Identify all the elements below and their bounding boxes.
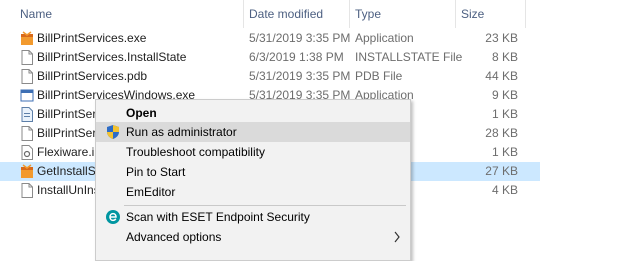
app-exe-icon — [21, 164, 33, 178]
file-name: BillPrintServices.pdb — [37, 69, 148, 83]
file-row[interactable]: BillPrintServices.InstallState 6/3/2019 … — [0, 48, 540, 67]
file-size: 9 KB — [491, 88, 518, 102]
file-size: 8 KB — [491, 50, 518, 64]
column-divider[interactable] — [243, 0, 244, 28]
file-row[interactable]: BillPrintServices.exe 5/31/2019 3:35 PM … — [0, 29, 540, 48]
file-type: Application — [355, 31, 414, 45]
file-icon — [21, 50, 33, 65]
app-exe-icon — [21, 31, 33, 45]
column-name[interactable]: Name — [20, 6, 52, 22]
eset-icon — [106, 210, 120, 224]
menu-item-label: Open — [126, 106, 157, 120]
chevron-right-icon — [394, 231, 400, 243]
uac-shield-icon — [107, 125, 119, 139]
file-date: 5/31/2019 3:35 PM — [249, 69, 351, 83]
file-icon — [21, 69, 33, 84]
menu-item-open[interactable]: Open — [96, 103, 410, 123]
menu-item-run-as-administrator[interactable]: Run as administrator — [96, 122, 410, 142]
file-name: Flexiware.ini — [37, 145, 104, 159]
column-divider[interactable] — [349, 0, 350, 28]
file-size: 1 KB — [491, 107, 518, 121]
menu-item-emeditor[interactable]: EmEditor — [96, 182, 410, 202]
menu-item-advanced-options[interactable]: Advanced options — [96, 227, 410, 247]
file-date: 6/3/2019 1:38 PM — [249, 50, 344, 64]
file-row[interactable]: BillPrintServices.pdb 5/31/2019 3:35 PM … — [0, 67, 540, 86]
column-header: Name Date modified Type Size — [0, 0, 626, 28]
menu-item-label: Advanced options — [126, 230, 222, 244]
menu-item-label: Scan with ESET Endpoint Security — [126, 210, 310, 224]
column-size[interactable]: Size — [461, 6, 484, 22]
file-size: 4 KB — [491, 183, 518, 197]
menu-item-eset-scan[interactable]: Scan with ESET Endpoint Security — [96, 207, 410, 227]
file-name: InstallUnInst — [37, 183, 104, 197]
column-divider[interactable] — [455, 0, 456, 28]
column-divider[interactable] — [525, 0, 526, 28]
window-app-icon — [20, 89, 34, 102]
file-size: 28 KB — [485, 126, 518, 140]
file-name: BillPrintServices.exe — [37, 31, 147, 45]
menu-item-pin-to-start[interactable]: Pin to Start — [96, 162, 410, 182]
menu-item-label: Run as administrator — [126, 125, 237, 139]
menu-item-label: EmEditor — [126, 185, 176, 199]
settings-file-icon — [21, 145, 33, 160]
file-size: 23 KB — [485, 31, 518, 45]
column-date-modified[interactable]: Date modified — [249, 6, 323, 22]
file-type: PDB File — [355, 69, 403, 83]
config-file-icon — [21, 107, 33, 122]
file-name: BillPrintServices.InstallState — [37, 50, 187, 64]
menu-item-troubleshoot[interactable]: Troubleshoot compatibility — [96, 142, 410, 162]
file-size: 44 KB — [485, 69, 518, 83]
column-type[interactable]: Type — [355, 6, 381, 22]
file-icon — [21, 126, 33, 141]
file-date: 5/31/2019 3:35 PM — [249, 31, 351, 45]
file-size: 27 KB — [485, 164, 518, 178]
menu-separator — [124, 205, 406, 206]
file-icon — [21, 183, 33, 198]
file-type: INSTALLSTATE File — [355, 50, 463, 64]
file-size: 1 KB — [491, 145, 518, 159]
menu-item-label: Pin to Start — [126, 165, 186, 179]
context-menu: Open Run as administrator Troubleshoot c… — [95, 99, 411, 261]
menu-item-label: Troubleshoot compatibility — [126, 145, 265, 159]
